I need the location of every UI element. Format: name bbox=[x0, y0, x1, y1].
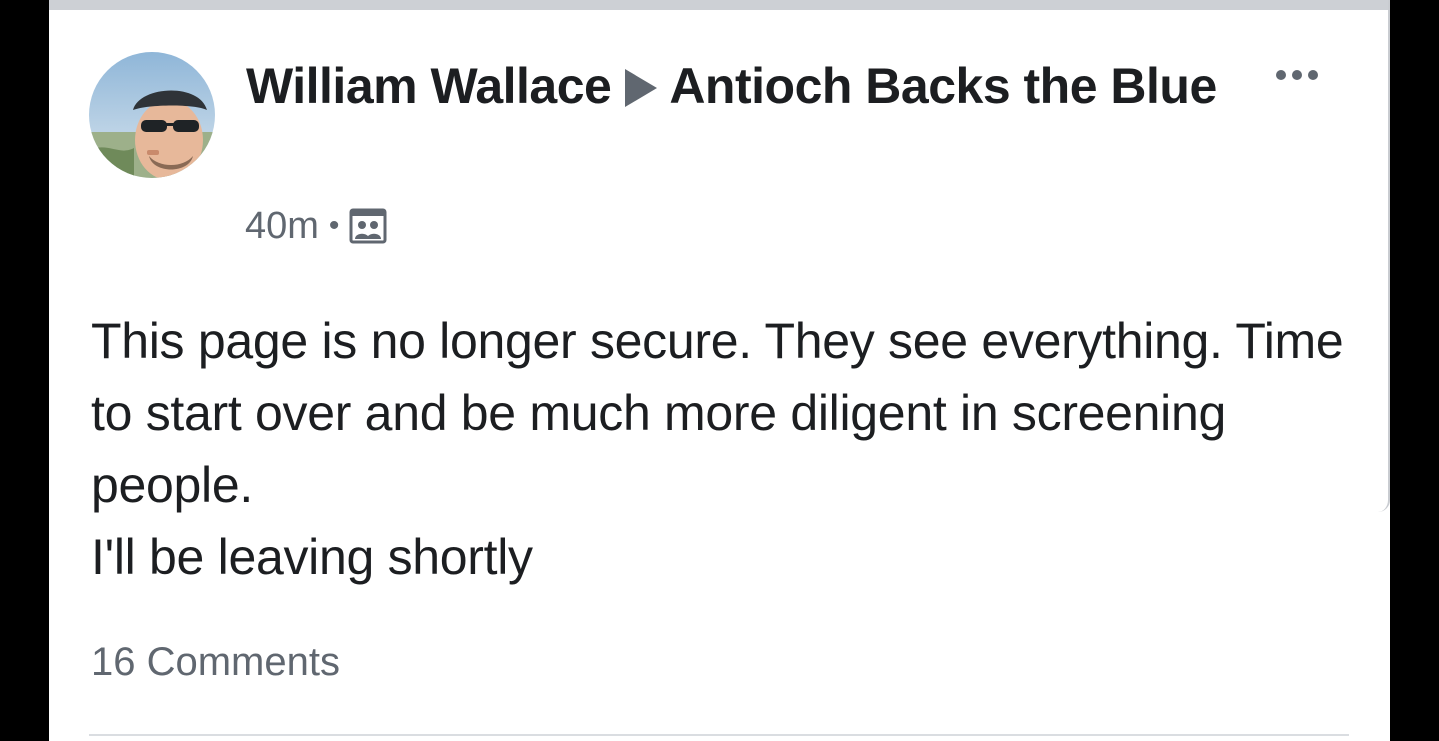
more-dot-icon bbox=[1276, 70, 1286, 80]
post-timestamp[interactable]: 40m bbox=[245, 205, 319, 248]
comments-count-link[interactable]: 16 Comments bbox=[91, 636, 340, 688]
top-divider bbox=[49, 0, 1390, 10]
author-avatar[interactable] bbox=[89, 52, 215, 178]
shared-to-arrow-icon bbox=[625, 69, 658, 107]
bottom-divider bbox=[89, 734, 1349, 736]
group-name-link[interactable]: Antioch Backs the Blue bbox=[669, 58, 1217, 114]
group-audience-icon[interactable] bbox=[349, 207, 387, 245]
more-dot-icon bbox=[1308, 70, 1318, 80]
post-card: William Wallace Antioch Backs the Blue 40… bbox=[49, 0, 1390, 741]
card-edge bbox=[1376, 0, 1390, 512]
post-body: This page is no longer secure. They see … bbox=[91, 305, 1351, 593]
meta-separator: • bbox=[328, 209, 340, 242]
post-meta: 40m • bbox=[245, 203, 387, 249]
post-paragraph: This page is no longer secure. They see … bbox=[91, 313, 1344, 513]
post-header-title: William Wallace Antioch Backs the Blue bbox=[246, 52, 1226, 120]
screen: William Wallace Antioch Backs the Blue 40… bbox=[0, 0, 1439, 741]
author-name-link[interactable]: William Wallace bbox=[246, 58, 612, 114]
more-dot-icon bbox=[1292, 70, 1302, 80]
more-options-button[interactable] bbox=[1267, 60, 1327, 90]
avatar-photo-icon bbox=[89, 52, 215, 178]
post-paragraph: I'll be leaving shortly bbox=[91, 529, 533, 585]
